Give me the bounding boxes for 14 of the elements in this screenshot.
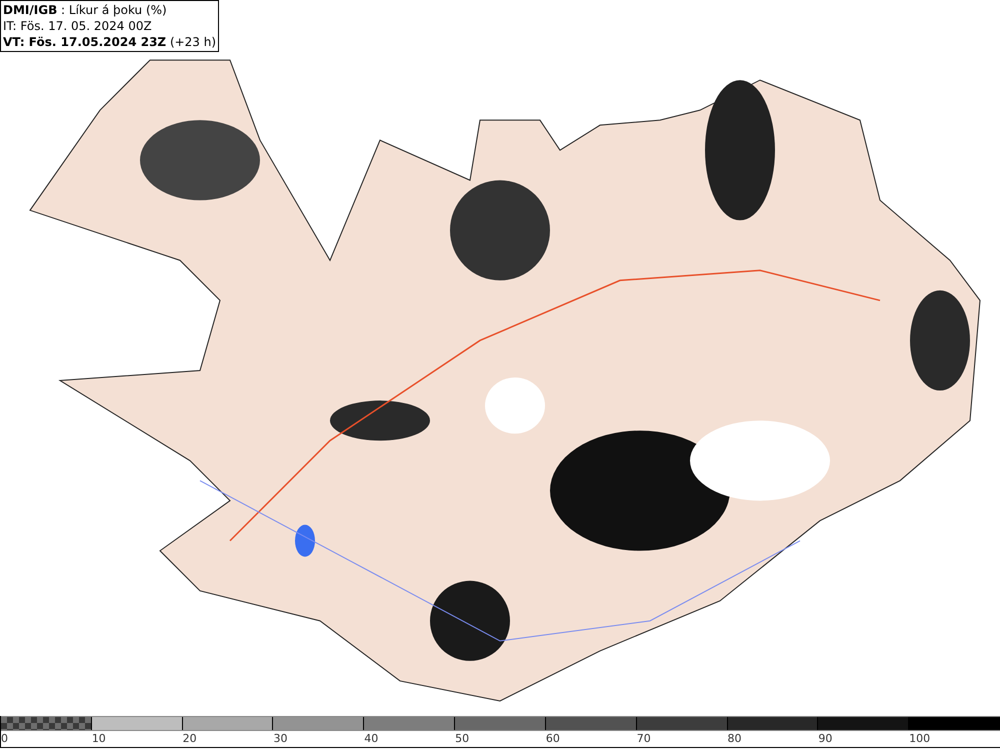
legend-tick-label: 100 (909, 731, 930, 747)
legend-tick-label: 40 (364, 731, 378, 747)
map-info-line: VT: Fös. 17.05.2024 23Z (+23 h) (3, 34, 216, 50)
legend-tick-label: 30 (273, 731, 288, 747)
legend-tick-label: 50 (455, 731, 470, 747)
legend-tick-label: 90 (818, 731, 832, 747)
legend-tick-label: 10 (92, 731, 106, 747)
map-info-line: DMI/IGB : Líkur á þoku (%) (3, 2, 168, 18)
legend-tick-label: 80 (728, 731, 742, 747)
legend-tick-label: 70 (636, 731, 651, 747)
legend-tick-label: 20 (182, 731, 197, 747)
map-info-line: IT: Fös. 17. 05. 2024 00Z (3, 18, 153, 34)
legend-tick-label: 60 (546, 731, 560, 747)
legend-tick-label: 0 (1, 731, 8, 747)
